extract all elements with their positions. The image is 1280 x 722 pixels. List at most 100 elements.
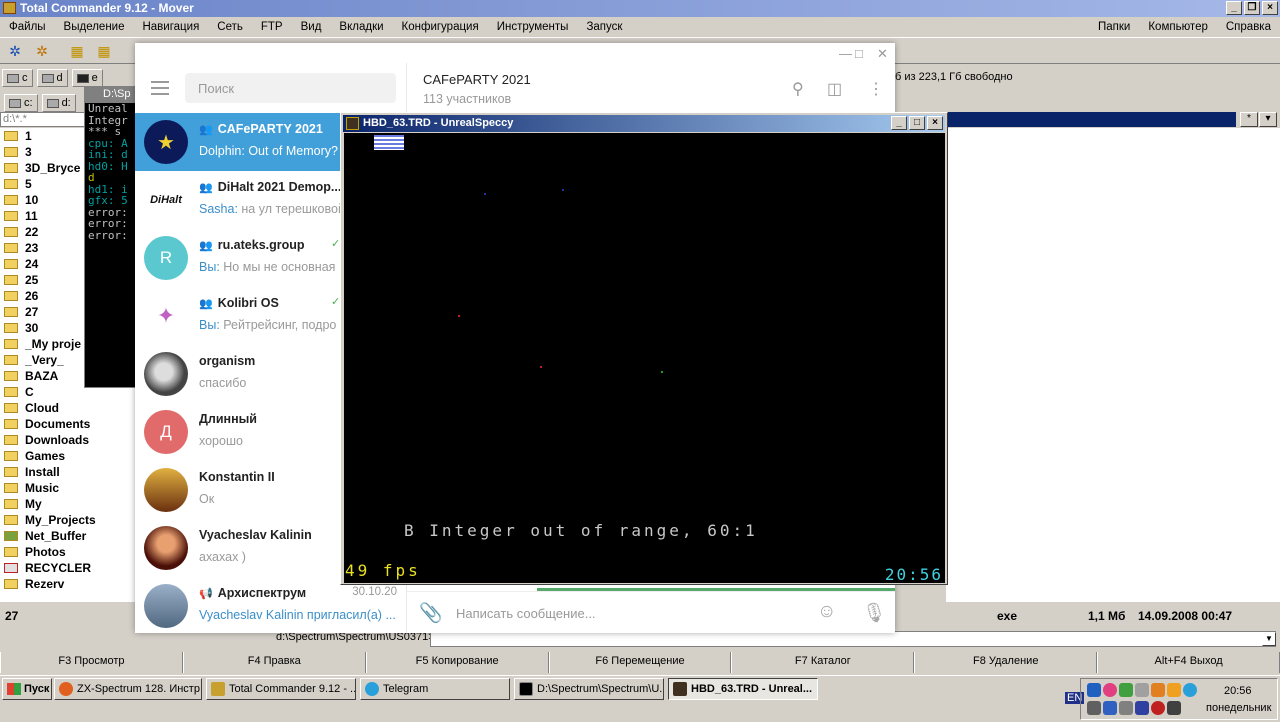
task-console[interactable]: D:\Spectrum\Spectrum\U... xyxy=(514,678,664,700)
f6-move-button[interactable]: F6 Перемещение xyxy=(548,652,732,673)
list-item[interactable]: Documents xyxy=(0,416,138,432)
minimize-icon[interactable]: _ xyxy=(1226,1,1242,15)
search-input[interactable]: Поиск xyxy=(185,73,396,103)
tab-c[interactable]: c: xyxy=(4,94,38,112)
task-label: HBD_63.TRD - Unreal... xyxy=(691,683,813,695)
menu-launch[interactable]: Запуск xyxy=(577,21,631,33)
menu-folders[interactable]: Папки xyxy=(1089,21,1139,33)
start-button[interactable]: Пуск xyxy=(2,678,52,700)
task-unrealspeccy[interactable]: HBD_63.TRD - Unreal... xyxy=(668,678,818,700)
clock-time[interactable]: 20:56 xyxy=(1224,685,1252,697)
list-item[interactable]: My xyxy=(0,496,138,512)
command-line-input[interactable] xyxy=(430,631,1276,647)
total-commander-icon xyxy=(211,682,225,696)
menu-files[interactable]: Файлы xyxy=(0,21,55,33)
tray-app-icon[interactable] xyxy=(1087,701,1101,715)
tray-app-icon[interactable] xyxy=(1151,683,1165,697)
list-item[interactable]: Net_Buffer xyxy=(0,528,138,544)
speccy-titlebar[interactable]: HBD_63.TRD - UnrealSpeccy _ □ × xyxy=(343,115,945,132)
menu-view[interactable]: Вид xyxy=(292,21,331,33)
maximize-icon[interactable]: □ xyxy=(855,46,863,61)
folder-name: My_Projects xyxy=(25,513,96,527)
right-file-list[interactable] xyxy=(946,128,1280,602)
menu-computer[interactable]: Компьютер xyxy=(1139,21,1217,33)
network-icon[interactable] xyxy=(1103,701,1117,715)
chevron-down-icon[interactable]: ▼ xyxy=(1262,632,1276,646)
telegram-tray-icon[interactable] xyxy=(1183,683,1197,697)
chat-header-title[interactable]: CAFePARTY 2021 xyxy=(423,72,531,87)
menu-network[interactable]: Сеть xyxy=(208,21,252,33)
settings-icon[interactable]: ✲ xyxy=(33,42,51,60)
chat-item-arhispektrum[interactable]: 📢 Архиспектрум Vyacheslav Kalinin приглас… xyxy=(135,577,407,635)
attach-icon[interactable]: 📎 xyxy=(419,601,443,625)
message-input[interactable]: Написать сообщение... xyxy=(456,606,596,621)
minimize-icon[interactable]: _ xyxy=(891,116,907,130)
folder-name: Music xyxy=(25,481,60,495)
menu-navigation[interactable]: Навигация xyxy=(133,21,208,33)
list-item[interactable]: My_Projects xyxy=(0,512,138,528)
task-telegram[interactable]: Telegram xyxy=(360,678,510,700)
f8-delete-button[interactable]: F8 Удаление xyxy=(914,652,1098,673)
tray-app-icon[interactable] xyxy=(1167,683,1181,697)
f3-view-button[interactable]: F3 Просмотр xyxy=(0,652,183,673)
drive-c-button[interactable]: c xyxy=(2,69,33,87)
microphone-icon[interactable]: 🎙 xyxy=(862,601,886,625)
telegram-titlebar[interactable] xyxy=(135,43,895,63)
alt-f4-exit-button[interactable]: Alt+F4 Выход xyxy=(1097,652,1280,673)
search-icon[interactable]: ⚲ xyxy=(792,79,804,99)
menu-ftp[interactable]: FTP xyxy=(252,21,292,33)
star-icon[interactable]: * xyxy=(1240,112,1258,127)
close-icon[interactable]: × xyxy=(1262,1,1278,15)
f4-edit-button[interactable]: F4 Правка xyxy=(182,652,366,673)
maximize-icon[interactable]: □ xyxy=(909,116,925,130)
volume-icon[interactable] xyxy=(1119,701,1133,715)
list-item[interactable]: Downloads xyxy=(0,432,138,448)
tc-title-bar[interactable]: Total Commander 9.12 - Mover _ ❐ × xyxy=(0,0,1280,17)
menu-select[interactable]: Выделение xyxy=(55,21,134,33)
tray-app-icon[interactable] xyxy=(1119,683,1133,697)
menu-config[interactable]: Конфигурация xyxy=(393,21,488,33)
tray-app-icon[interactable] xyxy=(1151,701,1165,715)
tray-app-icon[interactable] xyxy=(1103,683,1117,697)
f7-mkdir-button[interactable]: F7 Каталог xyxy=(731,652,915,673)
drive-e-button[interactable]: e xyxy=(71,69,103,87)
list-item[interactable]: Games xyxy=(0,448,138,464)
tray-app-icon[interactable] xyxy=(1135,683,1149,697)
menu-tools[interactable]: Инструменты xyxy=(488,21,578,33)
task-browser[interactable]: ZX-Spectrum 128. Инстр... xyxy=(54,678,202,700)
tab-label: d: xyxy=(61,97,71,109)
close-icon[interactable]: × xyxy=(927,116,943,130)
restore-icon[interactable]: ❐ xyxy=(1244,1,1260,15)
tray-app-icon[interactable] xyxy=(1087,683,1101,697)
more-vertical-icon[interactable]: ⋮ xyxy=(868,79,884,99)
sidebar-toggle-icon[interactable]: ◫ xyxy=(827,79,842,99)
folder-tree-icon[interactable]: ▦ xyxy=(68,42,86,60)
list-item[interactable]: Install xyxy=(0,464,138,480)
tab-d[interactable]: d: xyxy=(41,94,76,112)
emoji-icon[interactable]: ☺ xyxy=(817,601,836,623)
gear-icon[interactable]: ✲ xyxy=(6,42,24,60)
task-total-commander[interactable]: Total Commander 9.12 - ... xyxy=(206,678,356,700)
list-item[interactable]: Photos xyxy=(0,544,138,560)
list-item[interactable]: RECYCLER xyxy=(0,560,138,576)
status-extension: exe xyxy=(997,609,1018,623)
pixel-dot xyxy=(484,193,486,195)
f5-copy-button[interactable]: F5 Копирование xyxy=(365,652,549,673)
drive-d-button[interactable]: d xyxy=(36,69,68,87)
menu-help[interactable]: Справка xyxy=(1217,21,1280,33)
close-icon[interactable]: ✕ xyxy=(877,46,888,62)
dropdown-arrow-icon[interactable]: ▾ xyxy=(1259,112,1277,127)
hamburger-menu-icon[interactable] xyxy=(151,81,169,95)
bluetooth-icon[interactable] xyxy=(1135,701,1149,715)
megaphone-icon: 📢 xyxy=(199,587,213,600)
list-item[interactable]: Cloud xyxy=(0,400,138,416)
menu-tabs[interactable]: Вкладки xyxy=(330,21,392,33)
right-panel-header[interactable] xyxy=(946,112,1236,127)
folder-tree-alt-icon[interactable]: ▦ xyxy=(95,42,113,60)
minimize-icon[interactable]: — xyxy=(839,46,852,61)
list-item[interactable]: Rezerv xyxy=(0,576,138,592)
tray-app-icon[interactable] xyxy=(1167,701,1181,715)
emulator-screen[interactable]: B Integer out of range, 60:1 49 fps 20:5… xyxy=(344,133,945,584)
folder-icon xyxy=(4,419,18,429)
list-item[interactable]: Music xyxy=(0,480,138,496)
